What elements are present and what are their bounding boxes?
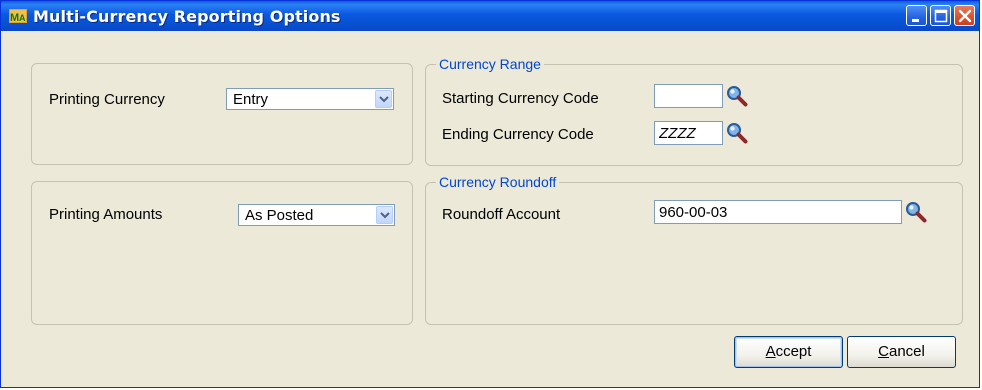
accept-button[interactable]: Accept	[734, 336, 843, 368]
dialog-window: M A Multi-Currency Reporting Options Pri…	[0, 0, 980, 388]
starting-currency-input[interactable]	[655, 85, 722, 107]
ending-currency-input[interactable]	[655, 122, 722, 144]
starting-currency-label: Starting Currency Code	[442, 90, 599, 107]
magnifier-icon[interactable]	[726, 85, 748, 107]
ending-currency-label: Ending Currency Code	[442, 126, 594, 143]
title-bar[interactable]: M A Multi-Currency Reporting Options	[1, 1, 979, 31]
printing-amounts-label: Printing Amounts	[49, 206, 163, 223]
chevron-down-icon	[380, 212, 390, 219]
printing-amounts-select[interactable]: As Posted	[238, 204, 395, 226]
cancel-label-rest: ancel	[888, 343, 925, 360]
close-icon	[958, 9, 972, 23]
chevron-down-icon	[379, 96, 389, 103]
starting-currency-field[interactable]	[654, 84, 723, 108]
dropdown-button[interactable]	[375, 90, 392, 108]
magnifier-icon[interactable]	[726, 122, 748, 144]
printing-currency-group: Printing Currency Entry	[31, 63, 413, 165]
currency-range-legend: Currency Range	[436, 56, 544, 72]
ending-currency-field[interactable]	[654, 121, 723, 145]
currency-roundoff-legend: Currency Roundoff	[436, 174, 560, 190]
svg-text:M: M	[10, 12, 19, 24]
roundoff-account-field[interactable]	[654, 200, 902, 224]
printing-currency-value: Entry	[233, 91, 269, 108]
maximize-button[interactable]	[930, 5, 951, 26]
magnifier-icon[interactable]	[905, 201, 927, 223]
app-icon: M A	[9, 9, 27, 24]
printing-amounts-value: As Posted	[245, 207, 314, 224]
maximize-icon	[934, 9, 948, 23]
svg-text:A: A	[19, 13, 26, 23]
cancel-mnemonic: C	[878, 343, 889, 360]
minimize-button[interactable]	[906, 5, 927, 26]
accept-mnemonic: A	[765, 343, 776, 360]
roundoff-account-label: Roundoff Account	[442, 206, 561, 223]
dropdown-button[interactable]	[376, 206, 393, 224]
printing-amounts-group: Printing Amounts As Posted	[31, 181, 413, 325]
printing-currency-select[interactable]: Entry	[226, 88, 394, 110]
window-title: Multi-Currency Reporting Options	[33, 7, 341, 26]
printing-currency-label: Printing Currency	[49, 91, 165, 108]
minimize-icon	[912, 19, 919, 22]
accept-label-rest: ccept	[775, 343, 812, 360]
cancel-button[interactable]: Cancel	[847, 336, 956, 368]
currency-roundoff-group: Currency Roundoff Roundoff Account	[425, 174, 963, 325]
close-button[interactable]	[954, 5, 975, 26]
roundoff-account-input[interactable]	[655, 201, 901, 223]
currency-range-group: Currency Range Starting Currency Code En…	[425, 56, 963, 166]
